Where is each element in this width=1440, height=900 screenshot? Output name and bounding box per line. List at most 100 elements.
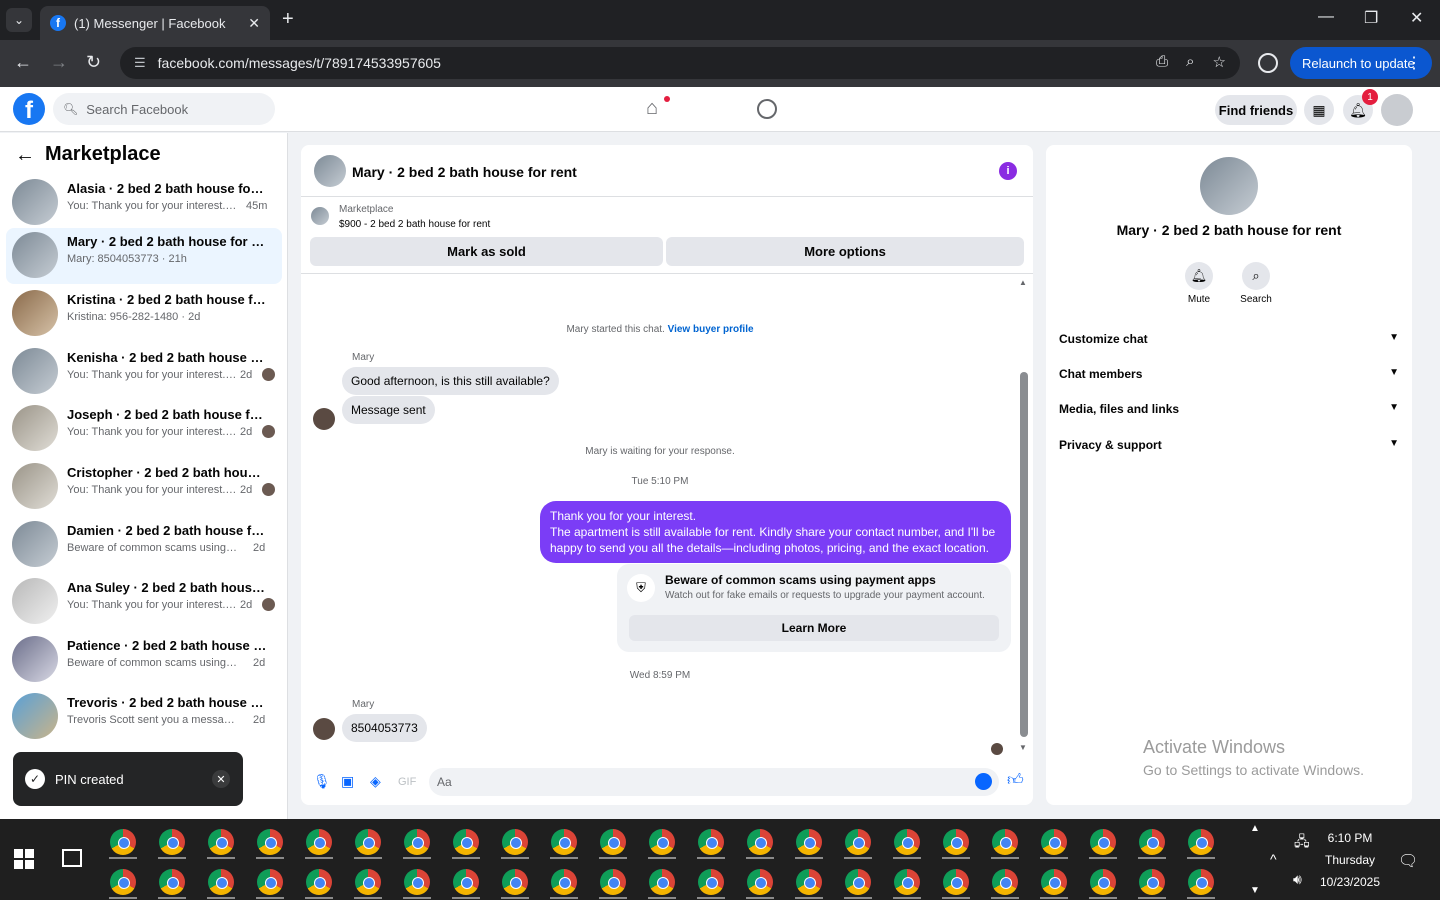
mute-button[interactable]: 🔔︎ Mute (1169, 262, 1229, 305)
info-icon[interactable]: i (999, 162, 1017, 180)
chrome-taskbar-icon[interactable] (943, 829, 969, 855)
chrome-taskbar-icon[interactable] (110, 829, 136, 855)
chrome-taskbar-icon[interactable] (649, 869, 675, 895)
chrome-taskbar-icon[interactable] (943, 869, 969, 895)
chrome-taskbar-icon[interactable] (502, 829, 528, 855)
chrome-taskbar-icon[interactable] (306, 869, 332, 895)
browser-tab[interactable]: f (1) Messenger | Facebook ✕ (40, 6, 270, 40)
chrome-taskbar-icon[interactable] (992, 869, 1018, 895)
chrome-taskbar-icon[interactable] (1041, 869, 1067, 895)
chrome-taskbar-icon[interactable] (649, 829, 675, 855)
browser-profile-icon[interactable] (1258, 53, 1278, 73)
chrome-taskbar-icon[interactable] (208, 829, 234, 855)
sender-avatar[interactable] (313, 718, 335, 740)
chrome-taskbar-icon[interactable] (845, 829, 871, 855)
chrome-taskbar-icon[interactable] (110, 869, 136, 895)
notifications-icon[interactable]: 🗨 (1398, 851, 1418, 871)
learn-more-button[interactable]: Learn More (629, 615, 999, 641)
task-view-icon[interactable] (62, 849, 82, 867)
chrome-taskbar-icon[interactable] (1188, 869, 1214, 895)
chrome-taskbar-icon[interactable] (404, 869, 430, 895)
chrome-taskbar-icon[interactable] (698, 829, 724, 855)
search-conversation-button[interactable]: ⌕ Search (1226, 262, 1286, 305)
conversation-item-active[interactable]: Mary · 2 bed 2 bath house for rent Mary:… (6, 228, 282, 284)
network-icon[interactable]: 🖧 (1294, 831, 1310, 855)
chrome-taskbar-icon[interactable] (1090, 829, 1116, 855)
account-avatar[interactable] (1381, 94, 1413, 126)
view-buyer-profile-link[interactable]: View buyer profile (668, 324, 754, 335)
tab-search-button[interactable]: ⌄ (6, 8, 32, 32)
chrome-taskbar-icon[interactable] (747, 829, 773, 855)
incoming-message[interactable]: Message sent (342, 396, 435, 424)
sender-avatar[interactable] (313, 408, 335, 430)
gif-icon[interactable]: GIF (398, 776, 416, 788)
chat-members-section[interactable]: Chat members ▼ (1059, 367, 1399, 381)
chat-scrollbar[interactable] (1020, 372, 1028, 737)
microphone-icon[interactable]: 🎙︎ (313, 773, 331, 790)
chrome-taskbar-icon[interactable] (1041, 829, 1067, 855)
chrome-taskbar-icon[interactable] (1188, 829, 1214, 855)
conversation-item[interactable]: Damien · 2 bed 2 bath house for r... Bew… (6, 517, 282, 573)
groups-icon[interactable] (757, 99, 777, 119)
details-avatar[interactable] (1200, 157, 1258, 215)
clock-day[interactable]: Thursday (1320, 853, 1380, 867)
chrome-taskbar-icon[interactable] (845, 869, 871, 895)
reload-button[interactable]: ↻ (86, 52, 101, 73)
taskbar-scroll-down-icon[interactable]: ▼ (1250, 885, 1260, 896)
incoming-message[interactable]: Good afternoon, is this still available? (342, 367, 559, 395)
chrome-taskbar-icon[interactable] (1139, 829, 1165, 855)
emoji-icon[interactable] (975, 773, 992, 790)
chrome-taskbar-icon[interactable] (1090, 869, 1116, 895)
chrome-taskbar-icon[interactable] (1139, 869, 1165, 895)
conversation-item[interactable]: Trevoris · 2 bed 2 bath house for r... T… (6, 689, 282, 745)
chrome-taskbar-icon[interactable] (355, 829, 381, 855)
incoming-message[interactable]: 8504053773 (342, 714, 427, 742)
thumbs-up-icon[interactable]: 👍︎ (1007, 771, 1024, 790)
chrome-taskbar-icon[interactable] (894, 869, 920, 895)
mark-as-sold-button[interactable]: Mark as sold (310, 237, 663, 266)
chrome-taskbar-icon[interactable] (551, 829, 577, 855)
conversation-item[interactable]: Kenisha · 2 bed 2 bath house for... You:… (6, 344, 282, 400)
photo-icon[interactable]: ▣ (341, 773, 354, 790)
install-app-icon[interactable]: ⎙ (1156, 53, 1168, 71)
scroll-down-arrow-icon[interactable]: ▼ (1019, 743, 1027, 752)
chrome-taskbar-icon[interactable] (453, 869, 479, 895)
show-hidden-icons[interactable]: ^ (1270, 851, 1277, 867)
chrome-taskbar-icon[interactable] (306, 829, 332, 855)
chrome-taskbar-icon[interactable] (257, 829, 283, 855)
toast-close-icon[interactable]: ✕ (212, 770, 230, 788)
menu-grid-icon[interactable]: ▦ (1304, 95, 1334, 125)
facebook-logo-icon[interactable]: f (13, 93, 45, 125)
chrome-taskbar-icon[interactable] (992, 829, 1018, 855)
sticker-icon[interactable]: ◈ (370, 773, 381, 790)
chrome-taskbar-icon[interactable] (208, 869, 234, 895)
chrome-taskbar-icon[interactable] (747, 869, 773, 895)
site-info-icon[interactable]: ☰ (134, 55, 146, 71)
scroll-up-arrow-icon[interactable]: ▲ (1019, 278, 1027, 287)
chat-avatar[interactable] (314, 155, 346, 187)
privacy-support-section[interactable]: Privacy & support ▼ (1059, 438, 1399, 452)
close-window-button[interactable]: ✕ (1410, 8, 1423, 28)
new-tab-button[interactable]: + (282, 8, 294, 31)
find-friends-button[interactable]: Find friends (1215, 95, 1297, 125)
outgoing-message[interactable]: Thank you for your interest. The apartme… (540, 501, 1011, 563)
customize-chat-section[interactable]: Customize chat ▼ (1059, 332, 1399, 346)
more-options-button[interactable]: More options (666, 237, 1024, 266)
chrome-taskbar-icon[interactable] (159, 829, 185, 855)
tab-close-icon[interactable]: ✕ (248, 15, 260, 32)
windows-start-icon[interactable] (14, 849, 34, 869)
chrome-taskbar-icon[interactable] (257, 869, 283, 895)
conversation-item[interactable]: Patience · 2 bed 2 bath house for r... B… (6, 632, 282, 688)
chrome-taskbar-icon[interactable] (698, 869, 724, 895)
back-arrow-icon[interactable]: ← (15, 144, 35, 167)
chrome-taskbar-icon[interactable] (600, 869, 626, 895)
chrome-taskbar-icon[interactable] (404, 829, 430, 855)
taskbar-scroll-up-icon[interactable]: ▲ (1250, 823, 1260, 834)
facebook-search-input[interactable]: 🔍︎ Search Facebook (53, 93, 275, 125)
forward-button[interactable]: → (50, 52, 68, 73)
chrome-taskbar-icon[interactable] (894, 829, 920, 855)
zoom-icon[interactable]: ⌕ (1186, 53, 1194, 71)
conversation-item[interactable]: Ana Suley · 2 bed 2 bath house f... You:… (6, 574, 282, 630)
conversation-item[interactable]: Alasia · 2 bed 2 bath house for rent You… (6, 175, 282, 231)
clock-date[interactable]: 10/23/2025 (1316, 875, 1384, 889)
